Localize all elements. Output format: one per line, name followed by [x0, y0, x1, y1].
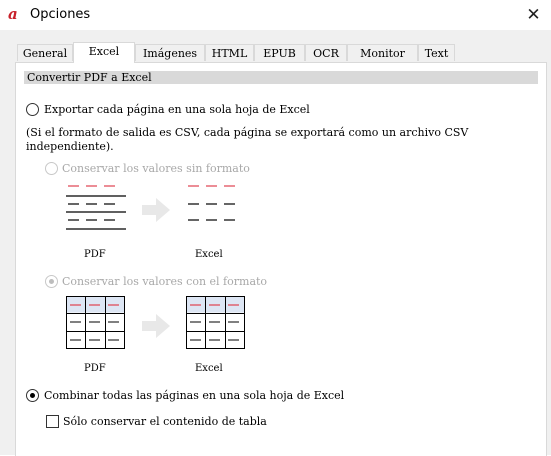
tab-general[interactable]: General [17, 44, 73, 61]
window-title: Opciones [30, 7, 91, 22]
combine-all-radio[interactable] [26, 389, 39, 402]
arrow-right-icon [142, 314, 170, 338]
section-title: Convertir PDF a Excel [24, 71, 538, 84]
excel-caption: Excel [195, 249, 223, 260]
tab-epub[interactable]: EPUB [254, 44, 305, 61]
table-only-checkbox[interactable] [46, 415, 59, 428]
tab-monitor[interactable]: Monitor [347, 44, 418, 61]
table-only-label: Sólo conservar el contenido de tabla [63, 415, 267, 428]
pdf-grid-diagram [66, 296, 125, 349]
tab-html[interactable]: HTML [205, 44, 254, 61]
csv-note-line1: (Si el formato de salida es CSV, cada pá… [26, 126, 469, 139]
keep-values-with-format-label: Conservar los valores con el formato [62, 275, 268, 288]
tab-imagenes[interactable]: Imágenes [135, 44, 205, 61]
per-page-label: Exportar cada página en una sola hoja de… [44, 103, 310, 116]
title-bar: a Opciones ✕ [0, 0, 551, 30]
excel-plain-diagram [188, 185, 235, 221]
csv-note-line2: independiente). [26, 140, 114, 153]
close-button[interactable]: ✕ [516, 0, 551, 30]
combine-all-label: Combinar todas las páginas en una sola h… [44, 389, 345, 402]
pdf-caption: PDF [84, 363, 106, 374]
pdf-caption: PDF [84, 249, 106, 260]
per-page-radio[interactable] [26, 103, 39, 116]
tab-ocr[interactable]: OCR [305, 44, 347, 61]
excel-settings-panel: Convertir PDF a Excel Exportar cada pági… [15, 62, 547, 456]
arrow-right-icon [142, 198, 170, 222]
excel-grid-diagram [186, 296, 245, 349]
tab-excel[interactable]: Excel [73, 42, 135, 63]
pdf-plain-diagram [66, 185, 126, 230]
tab-text[interactable]: Text [418, 44, 455, 61]
keep-values-no-format-radio[interactable] [45, 162, 58, 175]
keep-values-no-format-label: Conservar los valores sin formato [62, 162, 250, 175]
keep-values-with-format-radio[interactable] [45, 275, 58, 288]
excel-caption: Excel [195, 363, 223, 374]
app-logo-icon: a [8, 5, 18, 23]
